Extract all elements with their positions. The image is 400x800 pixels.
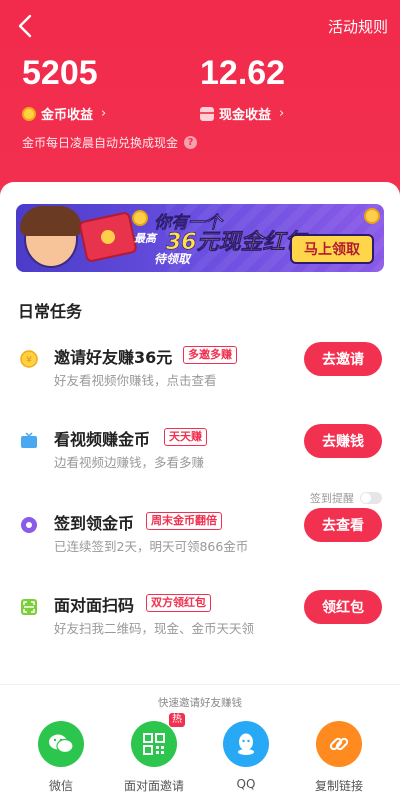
earn-money-button[interactable]: 去赚钱 [304, 424, 382, 458]
link-icon [316, 721, 362, 767]
task-check-in: 签到领金币 周末金币翻倍 已连续签到2天，明天可领866金币 去查看 [0, 506, 400, 576]
chevron-right-icon: › [101, 106, 107, 121]
wechat-icon [38, 721, 84, 767]
task-tag: 周末金币翻倍 [146, 512, 222, 530]
task-invite-friends: ¥ 邀请好友赚36元 多邀多赚 好友看视频你赚钱，点击查看 去邀请 [0, 340, 400, 410]
checkin-reminder-toggle[interactable] [360, 492, 382, 504]
grab-now-button[interactable]: 马上领取 [290, 234, 374, 264]
daily-tasks-title: 日常任务 [18, 302, 83, 321]
tv-icon [21, 432, 37, 448]
share-label: QQ [236, 777, 256, 791]
cartoon-hair [20, 206, 82, 236]
task-description: 边看视频边赚钱，多看多赚 [54, 455, 205, 470]
coin-earnings-label: 金币收益 [41, 108, 94, 123]
checkin-reminder: 签到提醒 [310, 490, 382, 506]
task-tag: 多邀多赚 [183, 346, 237, 364]
scan-icon [21, 599, 37, 615]
task-title: 面对面扫码 [54, 596, 135, 615]
qrcode-icon: 热 [131, 713, 185, 767]
task-title: 看视频赚金币 [54, 430, 151, 449]
activity-rules-link[interactable]: 活动规则 [328, 16, 388, 37]
chevron-right-icon: › [279, 106, 285, 121]
checkin-reminder-label: 签到提醒 [310, 492, 354, 505]
share-label: 面对面邀请 [123, 779, 184, 793]
coin-earnings-value: 5205 [22, 54, 98, 92]
coin-decoration-icon [132, 210, 148, 226]
help-icon[interactable]: ? [184, 136, 198, 149]
cash-earnings-value: 12.62 [200, 54, 286, 92]
red-envelope-icon [78, 211, 138, 263]
task-face-to-face-scan: 面对面扫码 双方领红包 好友扫我二维码，现金、金币天天领 领红包 [0, 588, 400, 658]
task-description: 好友扫我二维码，现金、金币天天领 [54, 621, 255, 636]
coin-decoration-icon [364, 208, 380, 224]
location-pin-icon [21, 517, 37, 533]
back-arrow-icon[interactable] [12, 12, 40, 40]
share-panel: 快速邀请好友赚钱 微信 热 面对面邀请 QQ 复制链接 [0, 684, 400, 800]
task-tag: 天天赚 [164, 428, 207, 446]
banner-line2: 最高 [134, 232, 156, 245]
hot-badge: 热 [169, 713, 185, 727]
task-description: 好友看视频你赚钱，点击查看 [54, 373, 217, 388]
auto-exchange-note: 金币每日凌晨自动兑换成现金 ? [22, 134, 198, 151]
coin-earnings[interactable]: 5205 金币收益 › [22, 56, 106, 123]
share-title: 快速邀请好友赚钱 [158, 697, 242, 709]
share-copy-link[interactable]: 复制链接 [299, 721, 379, 794]
task-watch-videos: 看视频赚金币 天天赚 边看视频边赚钱，多看多赚 去赚钱 [0, 422, 400, 492]
share-label: 微信 [48, 779, 73, 793]
task-description: 已连续签到2天，明天可领866金币 [54, 539, 249, 554]
gold-coin-icon: ¥ [20, 350, 38, 368]
invite-button[interactable]: 去邀请 [304, 342, 382, 376]
cash-earnings-label: 现金收益 [219, 108, 272, 123]
share-qq[interactable]: QQ [206, 721, 286, 791]
svg-text:¥: ¥ [26, 356, 32, 366]
share-label: 复制链接 [314, 779, 363, 793]
gold-coin-icon [22, 106, 36, 121]
earnings-header: 活动规则 5205 金币收益 › 12.62 现金收益 › 金币每日凌晨自动兑换… [0, 0, 400, 200]
view-button[interactable]: 去查看 [304, 508, 382, 542]
banner-line3: 待领取 [154, 252, 191, 266]
task-tag: 双方领红包 [146, 594, 211, 612]
task-title: 邀请好友赚36元 [54, 348, 173, 367]
task-title: 签到领金币 [54, 514, 135, 533]
claim-red-packet-button[interactable]: 领红包 [304, 590, 382, 624]
share-wechat[interactable]: 微信 [21, 721, 101, 794]
red-packet-banner[interactable]: 你有一个 最高 36元现金红包 待领取 马上领取 [16, 204, 384, 272]
qq-icon [223, 721, 269, 767]
cash-earnings[interactable]: 12.62 现金收益 › [200, 56, 285, 123]
content-card: 你有一个 最高 36元现金红包 待领取 马上领取 日常任务 ¥ 邀请好友赚36元… [0, 182, 400, 800]
share-face-to-face[interactable]: 热 面对面邀请 [114, 713, 194, 794]
auto-exchange-text: 金币每日凌晨自动兑换成现金 [22, 136, 179, 150]
wallet-icon [200, 106, 214, 121]
